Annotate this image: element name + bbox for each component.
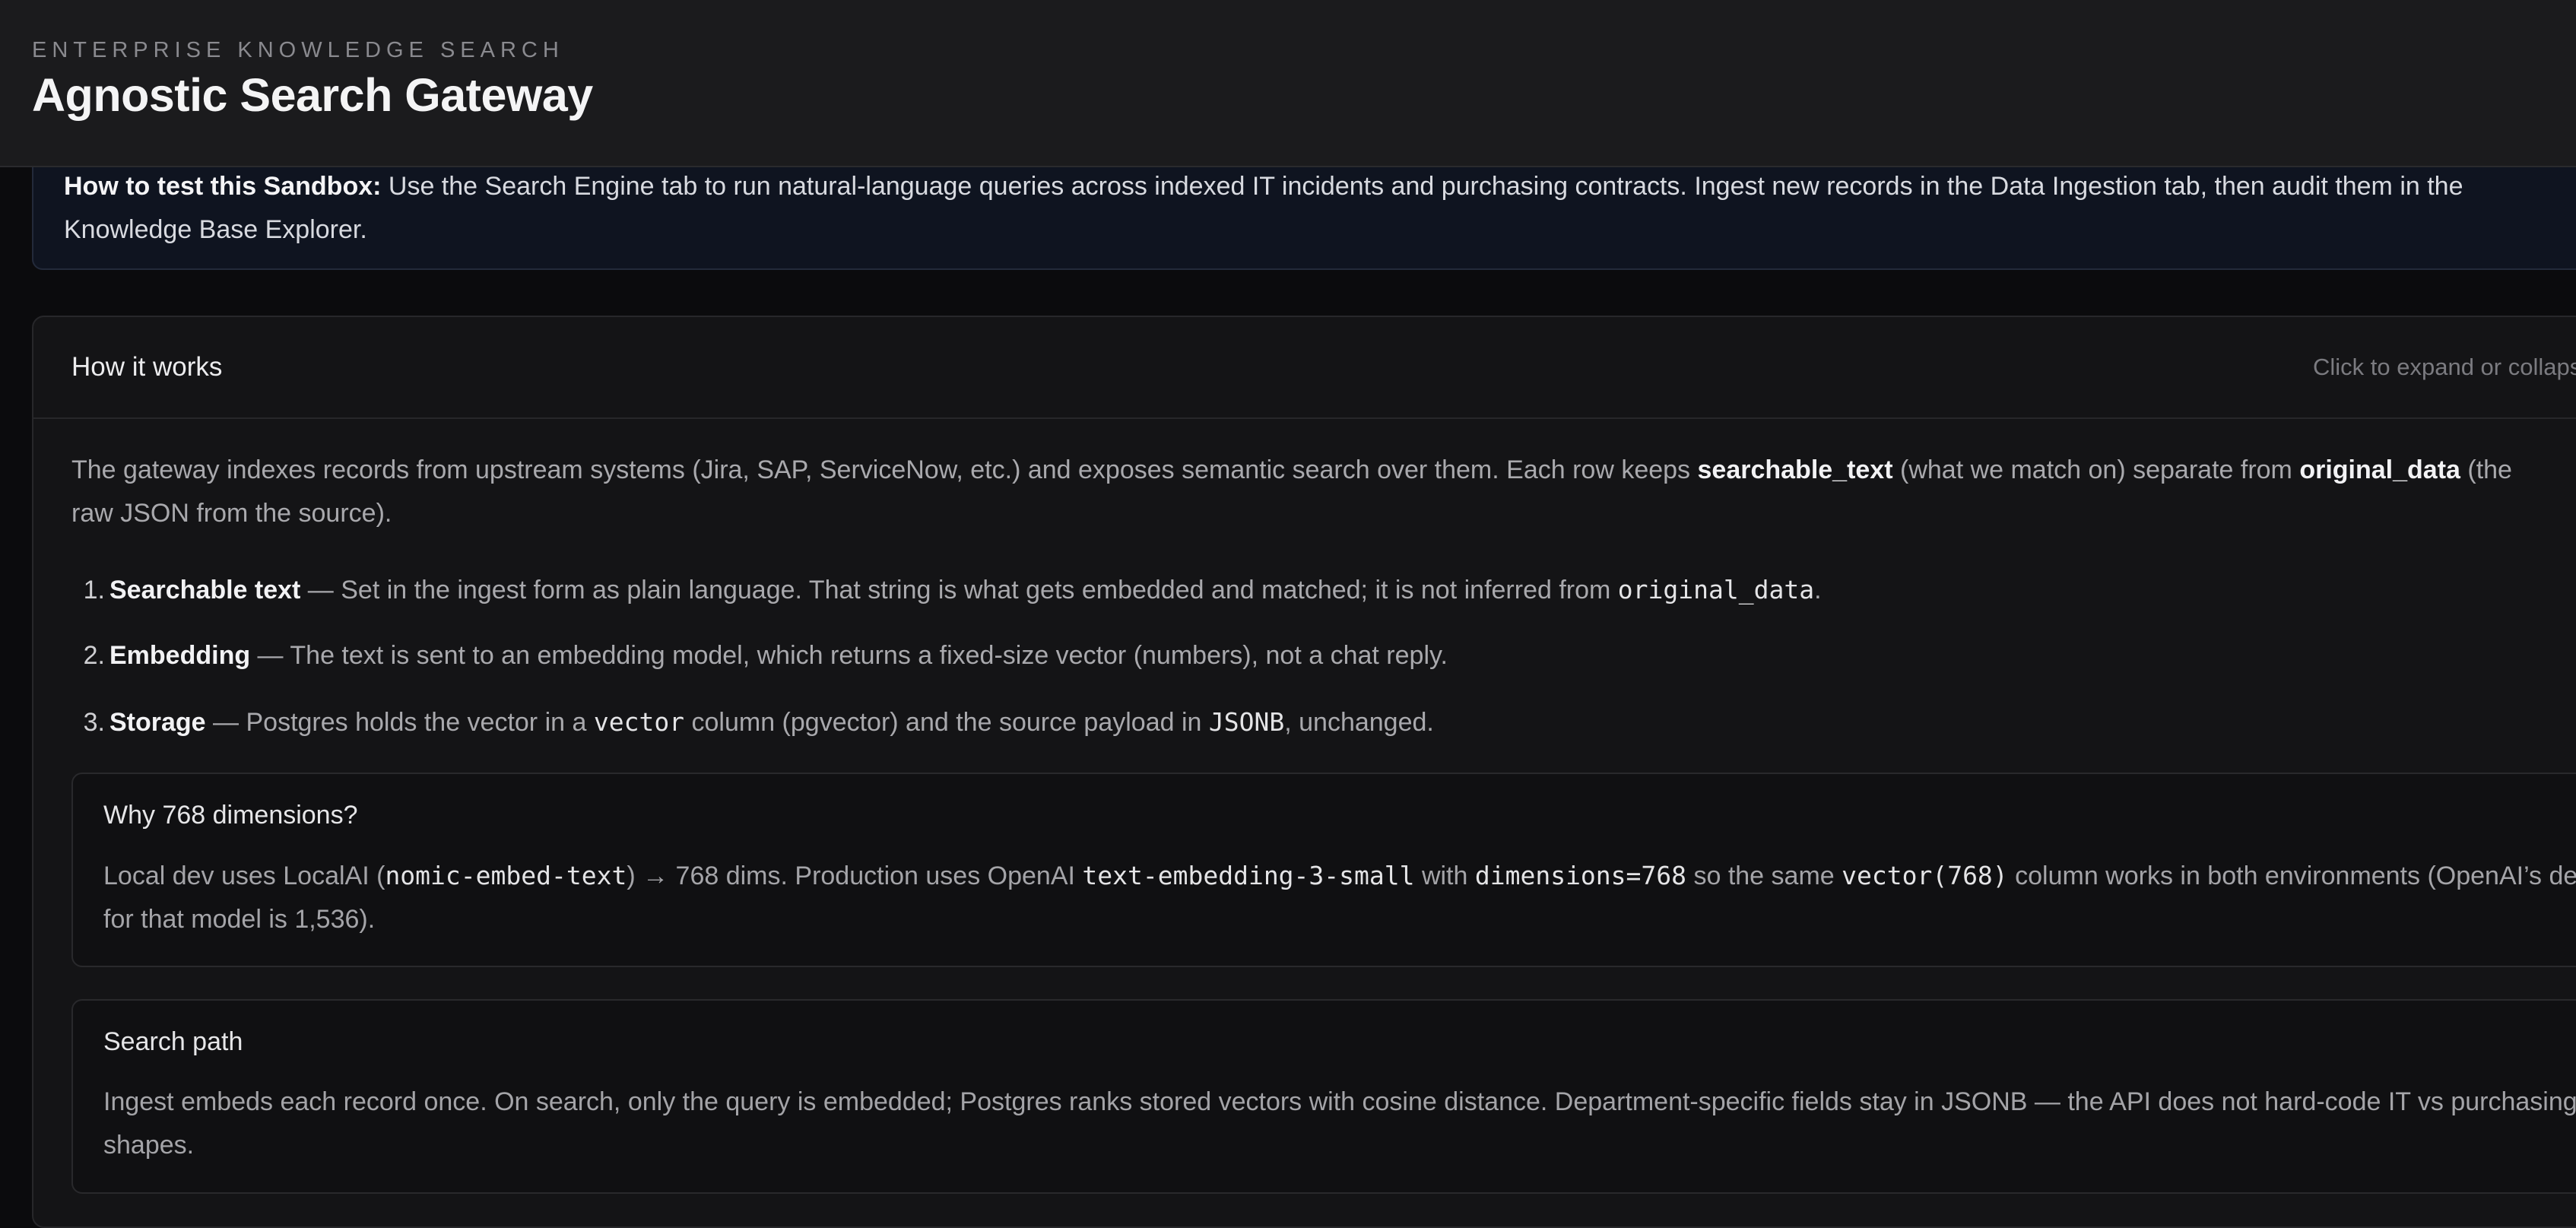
step-title: Searchable text (109, 576, 301, 604)
intro-term-original-data: original_data (2299, 455, 2460, 484)
card-code: text-embedding-3-small (1082, 861, 1415, 890)
step-number: 1. (83, 576, 105, 604)
intro-text-1: The gateway indexes records from upstrea… (71, 455, 1698, 484)
step-text: — Postgres holds the vector in a (205, 708, 594, 737)
step-code: vector (593, 707, 685, 737)
how-it-works-panel: How it works Click to expand or collapse… (32, 316, 2576, 1228)
panel-title: How it works (71, 352, 223, 382)
expand-collapse-hint: Click to expand or collapse (2313, 354, 2576, 380)
how-it-works-toggle[interactable]: How it works Click to expand or collapse (33, 317, 2576, 419)
card-text: Ingest embeds each record once. On searc… (103, 1087, 2576, 1160)
step-text: column (pgvector) and the source payload… (684, 708, 1209, 737)
card-why-768-dimensions: Why 768 dimensions? Local dev uses Local… (71, 773, 2576, 967)
step-title: Embedding (109, 641, 251, 670)
card-text: so the same (1686, 862, 1842, 890)
step-code: original_data (1617, 575, 1815, 604)
card-code: nomic-embed-text (385, 861, 627, 890)
main-content: How to test this Sandbox: Use the Search… (0, 0, 2576, 1228)
step-number: 2. (83, 641, 105, 670)
app-header: ENTERPRISE KNOWLEDGE SEARCH Agnostic Sea… (0, 0, 2576, 167)
page-title: Agnostic Search Gateway (32, 69, 593, 121)
step-number: 3. (83, 708, 105, 737)
card-text: Local dev uses LocalAI ( (103, 862, 385, 890)
card-title: Search path (103, 1027, 243, 1056)
step-storage: 3. Storage — Postgres holds the vector in… (71, 700, 1434, 744)
card-search-path: Search path Ingest embeds each record on… (71, 999, 2576, 1194)
intro-paragraph: The gateway indexes records from upstrea… (71, 449, 2535, 535)
step-text: . (1814, 576, 1822, 604)
card-body: Local dev uses LocalAI (nomic-embed-text… (103, 854, 2576, 941)
step-title: Storage (109, 708, 206, 737)
step-text: , unchanged. (1284, 708, 1434, 737)
card-body: Ingest embeds each record once. On searc… (103, 1080, 2576, 1167)
step-text: — The text is sent to an embedding model… (250, 641, 1448, 670)
step-embedding: 2. Embedding — The text is sent to an emb… (71, 634, 1448, 677)
header-eyebrow: ENTERPRISE KNOWLEDGE SEARCH (32, 38, 564, 62)
card-code: vector(768) (1842, 861, 2008, 890)
card-text: ) → 768 dims. Production uses OpenAI (627, 862, 1083, 890)
step-text: — Set in the ingest form as plain langua… (300, 576, 1618, 604)
card-text: with (1414, 862, 1475, 890)
step-searchable-text: 1. Searchable text — Set in the ingest fo… (71, 568, 1822, 611)
card-title: Why 768 dimensions? (103, 801, 358, 830)
banner-text: Use the Search Engine tab to run natural… (64, 172, 2463, 244)
card-code: dimensions=768 (1474, 861, 1687, 890)
step-code: JSONB (1208, 707, 1285, 737)
banner-lead: How to test this Sandbox: (64, 172, 382, 201)
intro-text-2: (what we match on) separate from (1892, 455, 2300, 484)
intro-term-searchable-text: searchable_text (1697, 455, 1893, 484)
